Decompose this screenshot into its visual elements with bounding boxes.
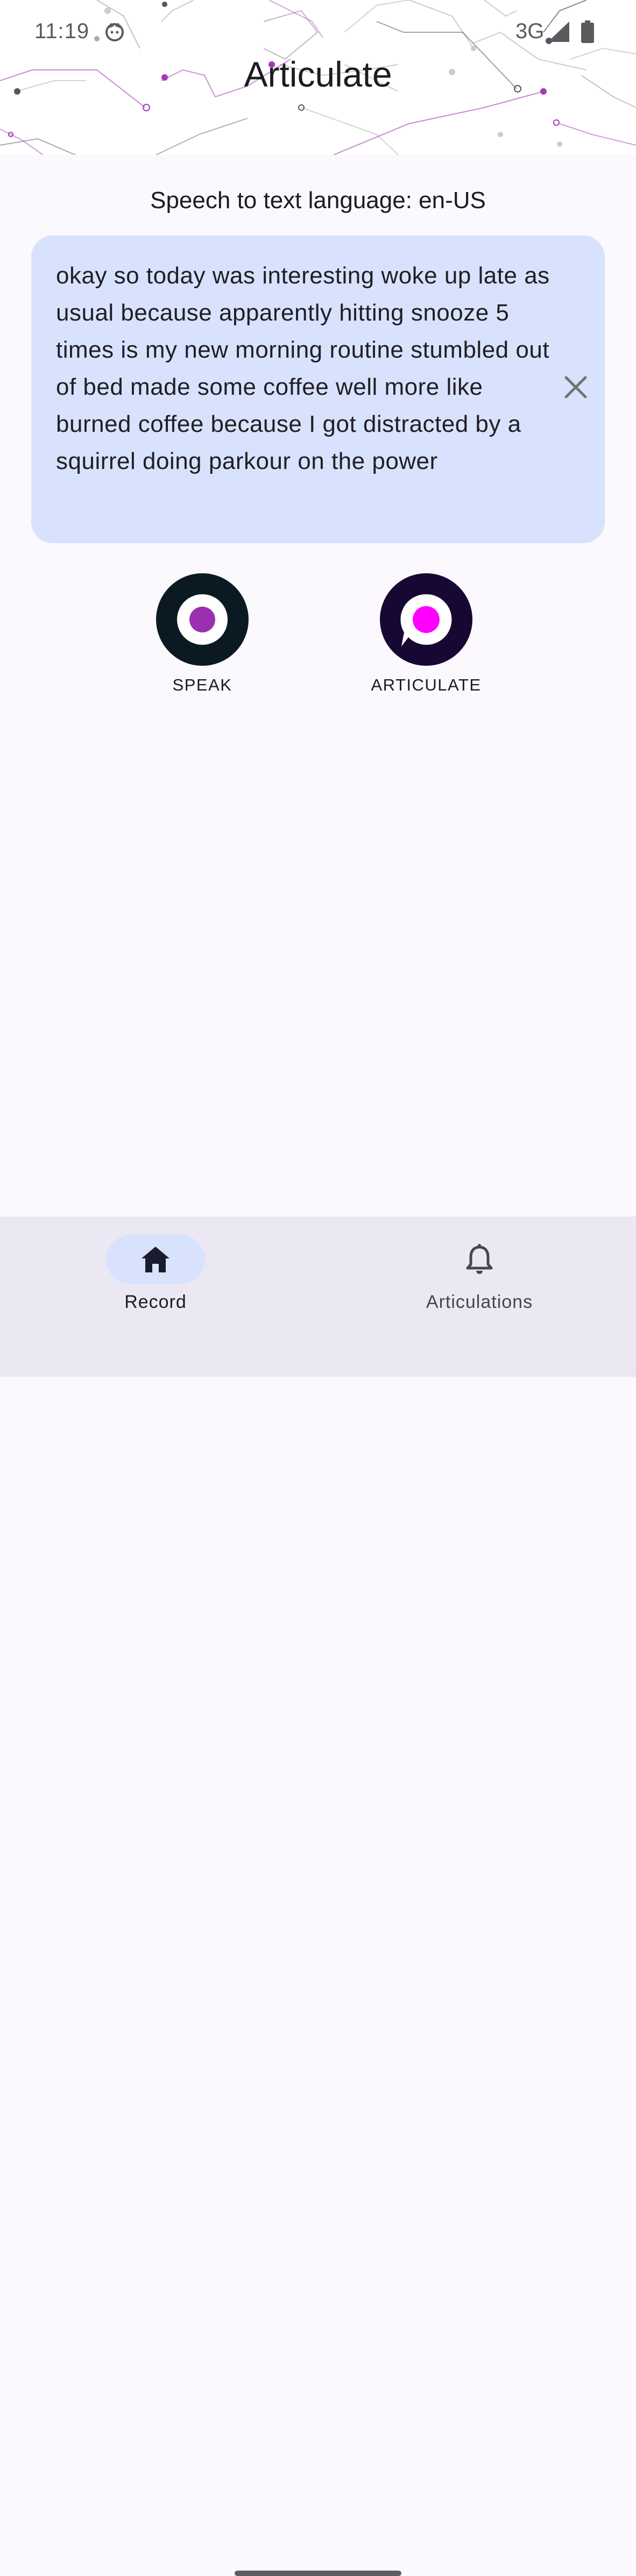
speech-bubble-icon [400, 594, 452, 646]
nav-active-indicator [106, 1235, 205, 1284]
nav-item-record[interactable]: Record [69, 1235, 242, 1313]
home-icon [142, 1247, 169, 1272]
gesture-handle[interactable] [235, 2571, 401, 2576]
bottom-navigation: Record Articulations [0, 1216, 636, 2576]
nav-label-articulations: Articulations [426, 1292, 533, 1312]
app-header: 11:19 3G Articulate [0, 0, 636, 155]
speech-language-label: Speech to text language: en-US [150, 187, 486, 214]
record-icon [177, 594, 228, 645]
cat-notification-icon [105, 23, 124, 41]
bell-icon [466, 1244, 493, 1274]
articulate-label: ARTICULATE [371, 675, 482, 694]
transcript-text: okay so today was interesting woke up la… [56, 262, 550, 474]
app-title: Articulate [244, 54, 392, 94]
close-icon [564, 376, 587, 399]
nav-item-articulations[interactable]: Articulations [393, 1235, 566, 1313]
articulate-button[interactable] [380, 573, 472, 666]
transcript-card: okay so today was interesting woke up la… [31, 236, 605, 543]
battery-icon [581, 20, 594, 43]
speak-label: SPEAK [172, 675, 232, 694]
nav-label-record: Record [124, 1292, 187, 1312]
status-time: 11:19 [34, 19, 90, 43]
articulate-action: ARTICULATE [356, 573, 496, 695]
speak-action: SPEAK [132, 573, 272, 695]
cell-signal-icon [548, 22, 569, 42]
clear-transcript-button[interactable] [559, 370, 593, 404]
network-type: 3G [515, 19, 545, 43]
speak-button[interactable] [156, 573, 249, 666]
